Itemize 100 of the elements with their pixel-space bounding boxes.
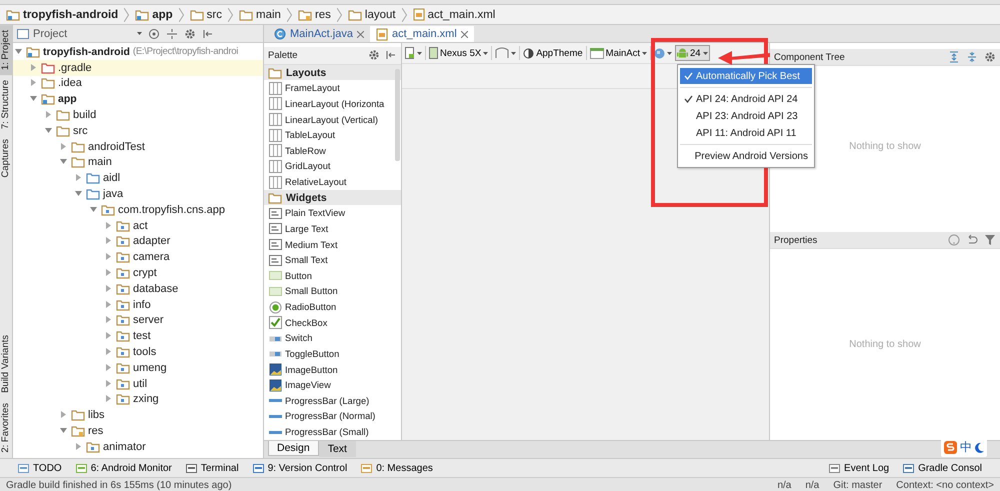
collapse-arrow-icon[interactable] xyxy=(15,48,23,56)
tree-item[interactable]: database xyxy=(13,280,263,297)
menu-item[interactable]: API 23: Android API 23 xyxy=(680,108,812,124)
palette-item[interactable]: ImageView xyxy=(264,377,401,393)
undo-icon[interactable] xyxy=(966,234,978,246)
tree-item[interactable]: act xyxy=(13,218,263,234)
expand-arrow-icon[interactable] xyxy=(60,411,68,420)
editor-mode-tab[interactable]: Text xyxy=(318,441,356,457)
locale-dropdown[interactable] xyxy=(652,46,674,60)
tool-window-button[interactable]: Terminal xyxy=(186,462,239,474)
breadcrumb-item[interactable]: app xyxy=(133,8,175,20)
menu-item[interactable]: Automatically Pick Best xyxy=(680,68,812,84)
settings-icon[interactable] xyxy=(368,49,380,62)
tree-item[interactable]: res xyxy=(13,423,263,439)
help-icon[interactable] xyxy=(948,234,960,246)
tree-item[interactable]: animator xyxy=(13,438,263,455)
palette-group[interactable]: Widgets xyxy=(264,190,401,206)
tree-item[interactable]: util xyxy=(13,376,263,392)
tree-item[interactable]: info xyxy=(13,296,263,313)
tree-item[interactable]: camera xyxy=(13,249,263,266)
palette-item[interactable]: Plain TextView xyxy=(264,205,401,222)
tree-item[interactable]: src xyxy=(13,122,263,139)
collapse-arrow-icon[interactable] xyxy=(30,95,38,104)
palette-item[interactable]: Button xyxy=(264,268,401,284)
tool-window-tab[interactable]: Build Variants xyxy=(0,330,12,398)
editor-tab[interactable]: MainAct.java xyxy=(268,26,370,42)
palette-item[interactable]: ToggleButton xyxy=(264,346,401,362)
palette-item[interactable]: ProgressBar (Small) xyxy=(264,424,401,440)
device-dropdown[interactable]: Nexus 5X xyxy=(427,45,490,61)
palette-item[interactable]: FrameLayout xyxy=(264,80,401,96)
palette-item[interactable]: RadioButton xyxy=(264,299,401,315)
expand-arrow-icon[interactable] xyxy=(75,174,83,182)
tool-window-button[interactable]: 0: Messages xyxy=(361,462,433,474)
palette-item[interactable]: RelativeLayout xyxy=(264,174,401,190)
menu-item[interactable]: API 24: Android API 24 xyxy=(680,91,812,107)
tool-window-tab[interactable]: 7: Structure xyxy=(0,75,12,134)
tree-item[interactable]: androidTest xyxy=(13,138,263,155)
expand-arrow-icon[interactable] xyxy=(45,111,53,120)
tree-item[interactable]: adapter xyxy=(13,234,263,250)
collapse-arrow-icon[interactable] xyxy=(60,158,68,166)
palette-item[interactable]: Small Button xyxy=(264,284,401,300)
tree-item[interactable]: java xyxy=(13,186,263,202)
menu-item[interactable]: Preview Android Versions xyxy=(680,148,812,164)
palette-item[interactable]: TableLayout xyxy=(264,127,401,143)
tree-item[interactable]: libs xyxy=(13,407,263,424)
palette-item[interactable]: LinearLayout (Horizonta xyxy=(264,96,401,112)
tool-window-tab[interactable]: 2: Favorites xyxy=(0,398,12,458)
tree-item[interactable]: test xyxy=(13,328,263,344)
hide-panel-icon[interactable] xyxy=(202,28,214,40)
hide-panel-icon[interactable] xyxy=(385,49,397,62)
tree-item[interactable]: .idea xyxy=(13,76,263,92)
palette-item[interactable]: Switch xyxy=(264,330,401,346)
api-level-dropdown[interactable]: 24 xyxy=(675,45,710,61)
palette-item[interactable]: Small Text xyxy=(264,252,401,268)
tree-item[interactable]: server xyxy=(13,312,263,328)
orientation-dropdown[interactable] xyxy=(493,45,518,61)
expand-arrow-icon[interactable] xyxy=(75,442,83,451)
palette-item[interactable]: ProgressBar (Normal) xyxy=(264,408,401,424)
tree-item[interactable]: .gradle xyxy=(13,60,263,76)
expand-arrow-icon[interactable] xyxy=(60,142,68,151)
tree-item[interactable]: umeng xyxy=(13,360,263,376)
design-surface-button[interactable] xyxy=(403,45,424,61)
tree-item[interactable]: aidl xyxy=(13,170,263,186)
breadcrumb-item[interactable]: main xyxy=(237,8,283,20)
menu-item[interactable]: API 11: Android API 11 xyxy=(680,125,812,141)
palette-item[interactable]: Large Text xyxy=(264,221,401,237)
expand-all-icon[interactable] xyxy=(948,51,960,63)
tree-item[interactable]: tools xyxy=(13,344,263,360)
input-method-toolbar[interactable]: 中 xyxy=(941,438,987,457)
palette-item[interactable]: ProgressBar (Large) xyxy=(264,392,401,409)
breadcrumb-item[interactable]: tropyfish-android xyxy=(4,8,120,20)
collapse-arrow-icon[interactable] xyxy=(45,126,53,135)
tool-window-button[interactable]: 6: Android Monitor xyxy=(76,462,172,474)
breadcrumb-item[interactable]: res xyxy=(296,8,333,20)
close-icon[interactable] xyxy=(460,30,468,38)
tool-window-button[interactable]: 9: Version Control xyxy=(252,462,348,474)
editor-tab[interactable]: act_main.xml xyxy=(370,26,474,42)
palette-item[interactable]: Medium Text xyxy=(264,236,401,252)
palette-group[interactable]: Layouts xyxy=(264,64,401,80)
tool-window-tab[interactable]: Captures xyxy=(0,134,12,183)
tree-item[interactable]: com.tropyfish.cns.app xyxy=(13,202,263,218)
tool-window-button[interactable]: Gradle Consol xyxy=(903,462,982,474)
tree-item[interactable]: zxing xyxy=(13,392,263,408)
tree-item[interactable]: tropyfish-android (E:\Project\tropyfish-androi xyxy=(13,44,263,60)
scrollbar[interactable] xyxy=(395,69,400,161)
palette-item[interactable]: LinearLayout (Vertical) xyxy=(264,112,401,128)
breadcrumb-item[interactable]: layout xyxy=(346,8,398,20)
tool-window-button[interactable]: TODO xyxy=(18,462,62,474)
target-icon[interactable] xyxy=(148,28,160,40)
tree-item[interactable]: app xyxy=(13,91,263,108)
tree-item[interactable]: build xyxy=(13,107,263,123)
tool-window-button[interactable]: Event Log xyxy=(829,462,890,474)
palette-item[interactable]: TableRow xyxy=(264,142,401,159)
tree-item[interactable]: crypt xyxy=(13,265,263,281)
collapse-arrow-icon[interactable] xyxy=(60,427,68,436)
breadcrumb-item[interactable]: src xyxy=(188,8,224,20)
collapse-all-icon[interactable] xyxy=(966,51,978,63)
palette-item[interactable]: GridLayout xyxy=(264,158,401,174)
filter-icon[interactable] xyxy=(984,234,996,246)
close-icon[interactable] xyxy=(356,30,364,38)
